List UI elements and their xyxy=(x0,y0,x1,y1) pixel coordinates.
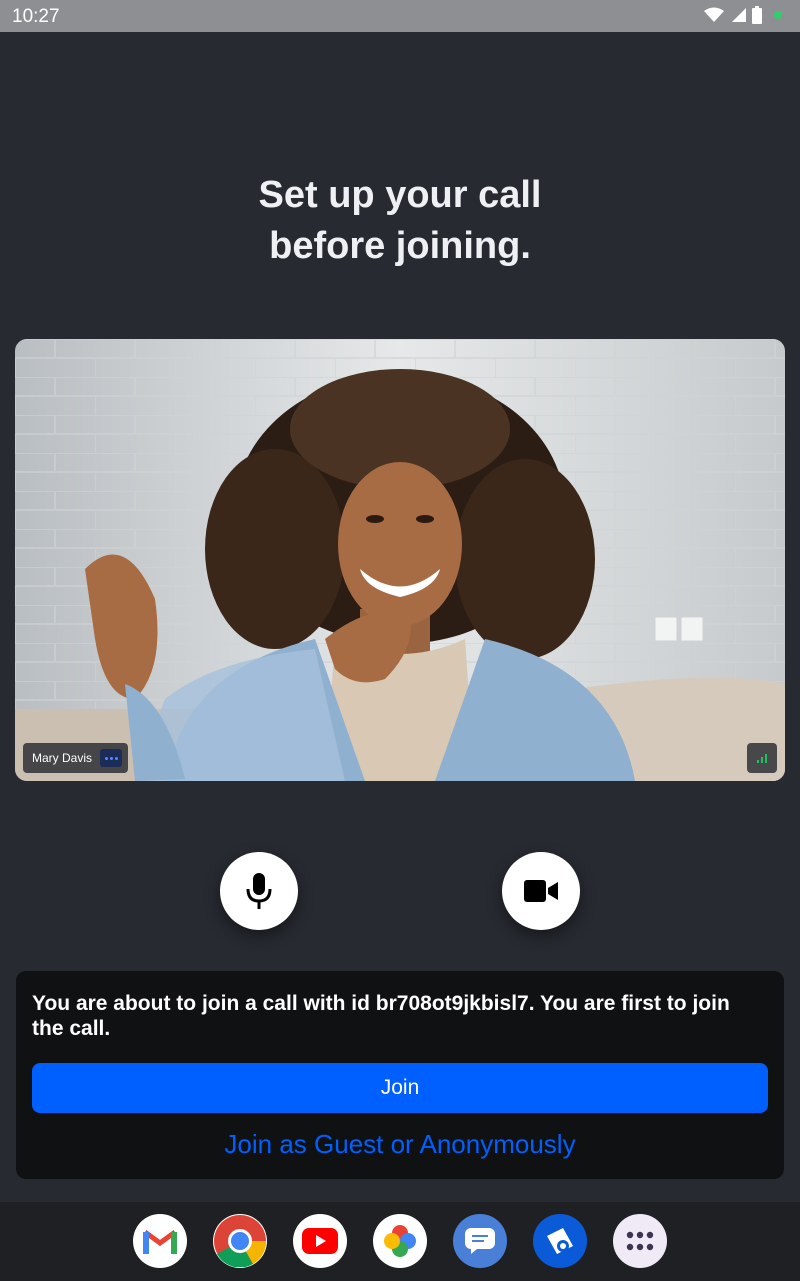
app-dock xyxy=(0,1202,800,1281)
network-quality-icon xyxy=(747,743,777,773)
wifi-icon xyxy=(704,7,724,22)
microphone-toggle-button[interactable] xyxy=(220,852,298,930)
photos-icon[interactable] xyxy=(373,1214,427,1268)
gmail-icon[interactable] xyxy=(133,1214,187,1268)
messages-icon[interactable] xyxy=(453,1214,507,1268)
camera-preview-image xyxy=(15,339,785,781)
chrome-icon[interactable] xyxy=(213,1214,267,1268)
status-icons xyxy=(704,6,782,24)
join-message: You are about to join a call with id br7… xyxy=(32,992,730,1040)
title-line-2: before joining. xyxy=(269,225,531,267)
title-line-1: Set up your call xyxy=(258,174,542,216)
cellular-signal-icon xyxy=(732,8,746,22)
battery-icon xyxy=(752,6,762,24)
youtube-icon[interactable] xyxy=(293,1214,347,1268)
participant-name: Mary Davis xyxy=(32,751,93,765)
join-as-guest-link[interactable]: Join as Guest or Anonymously xyxy=(16,1129,784,1160)
stream-video-icon[interactable] xyxy=(533,1214,587,1268)
page-title: Set up your call before joining. xyxy=(0,170,800,272)
status-bar: 10:27 xyxy=(0,0,800,32)
status-time: 10:27 xyxy=(12,6,60,27)
speaking-indicator-icon xyxy=(100,749,123,767)
video-preview: Mary Davis xyxy=(15,339,785,781)
participant-name-tag: Mary Davis xyxy=(23,743,129,773)
video-camera-icon xyxy=(524,880,558,902)
app-drawer-icon[interactable] xyxy=(613,1214,667,1268)
microphone-icon xyxy=(246,873,272,909)
recording-indicator-icon xyxy=(774,11,782,19)
join-button[interactable]: Join xyxy=(32,1063,768,1113)
camera-toggle-button[interactable] xyxy=(502,852,580,930)
join-panel: You are about to join a call with id br7… xyxy=(16,971,784,1179)
